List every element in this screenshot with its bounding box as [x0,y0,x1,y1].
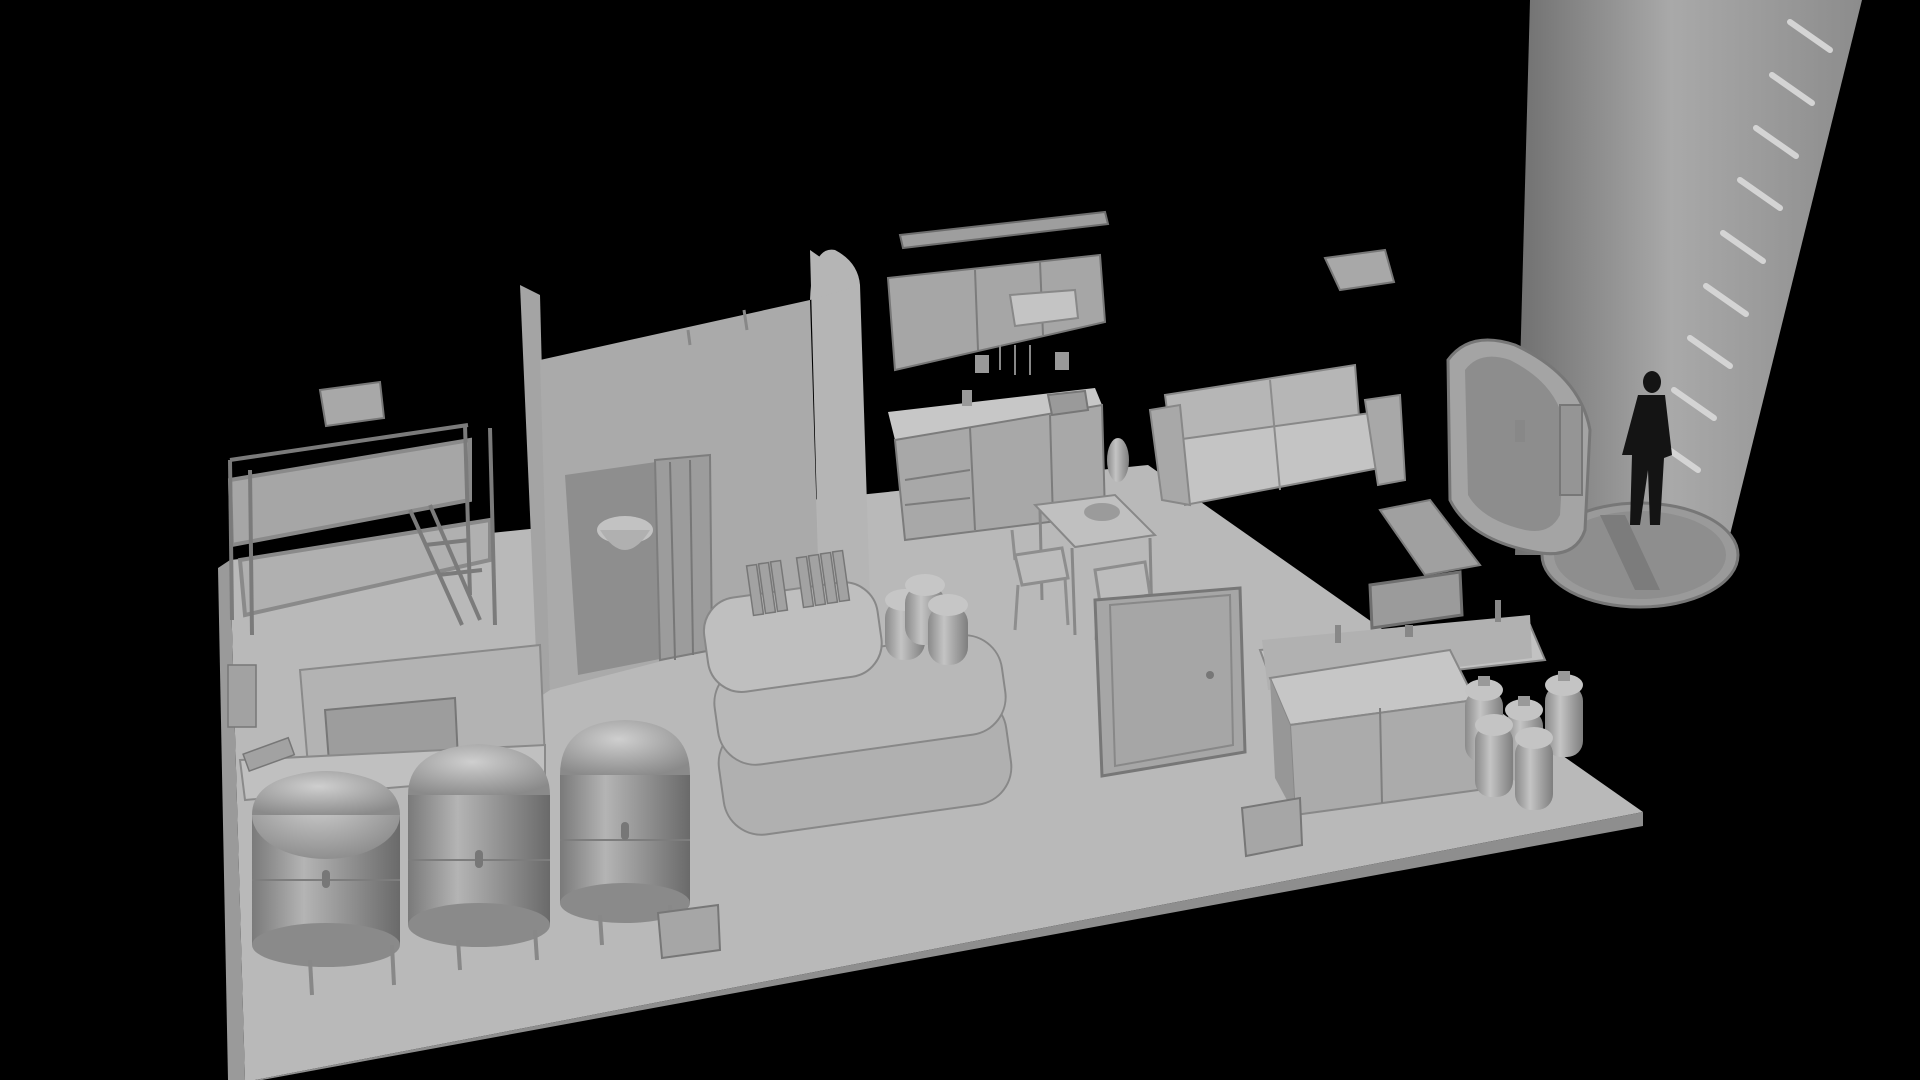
interior-door [1093,586,1247,778]
bunker-render [0,0,1920,1080]
small-crate [1240,796,1304,858]
storage-tank-2 [408,744,550,971]
ceiling-vent-left [318,380,386,428]
chest-freezer [1268,648,1480,817]
floor-box [656,903,722,960]
